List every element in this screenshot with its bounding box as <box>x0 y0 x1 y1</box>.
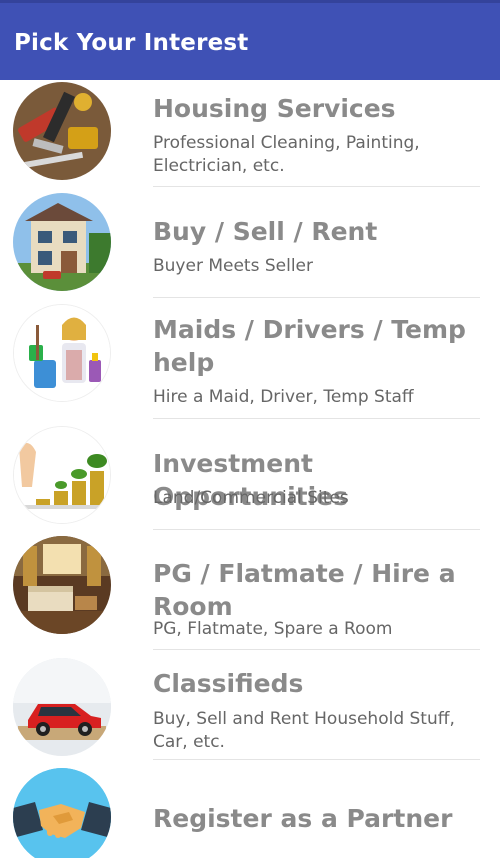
app-bar: Pick Your Interest <box>0 0 500 80</box>
house-image <box>13 193 111 291</box>
divider <box>153 418 480 419</box>
item-subtitle: Buyer Meets Seller <box>153 256 314 276</box>
maid-image <box>13 304 111 402</box>
list-item-investment[interactable]: Investment Opportunities Land/Commercial… <box>0 420 500 530</box>
divider <box>153 186 480 187</box>
page-title: Pick Your Interest <box>14 30 249 56</box>
item-subtitle: Hire a Maid, Driver, Temp Staff <box>153 387 414 407</box>
tools-image <box>13 82 111 180</box>
item-title: Register as a Partner <box>153 804 453 833</box>
list-item-buy-sell-rent[interactable]: Buy / Sell / Rent Buyer Meets Seller <box>0 188 500 298</box>
coins-plant-image <box>13 426 111 524</box>
item-subtitle: PG, Flatmate, Spare a Room <box>153 619 393 639</box>
list-item-maids-drivers[interactable]: Maids / Drivers / Temp help Hire a Maid,… <box>0 298 500 420</box>
list-item-housing-services[interactable]: Housing Services Professional Cleaning, … <box>0 80 500 188</box>
item-title: Housing Services <box>153 94 396 123</box>
item-subtitle: Land/Commercial Sites <box>153 488 349 508</box>
item-title: Buy / Sell / Rent <box>153 217 378 246</box>
item-title: PG / Flatmate / Hire a Room <box>153 559 456 621</box>
handshake-image <box>13 768 111 858</box>
room-image <box>13 536 111 634</box>
list-item-register-partner[interactable]: Register as a Partner <box>0 760 500 858</box>
list-item-classifieds[interactable]: Classifieds Buy, Sell and Rent Household… <box>0 650 500 760</box>
item-title: Classifieds <box>153 669 304 698</box>
list-item-pg-flatmate[interactable]: PG / Flatmate / Hire a Room PG, Flatmate… <box>0 530 500 650</box>
car-image <box>13 658 111 756</box>
item-title: Maids / Drivers / Temp help <box>153 315 466 377</box>
item-subtitle: Buy, Sell and Rent Household Stuff, Car,… <box>153 709 455 752</box>
item-subtitle: Professional Cleaning, Painting, Electri… <box>153 133 420 176</box>
